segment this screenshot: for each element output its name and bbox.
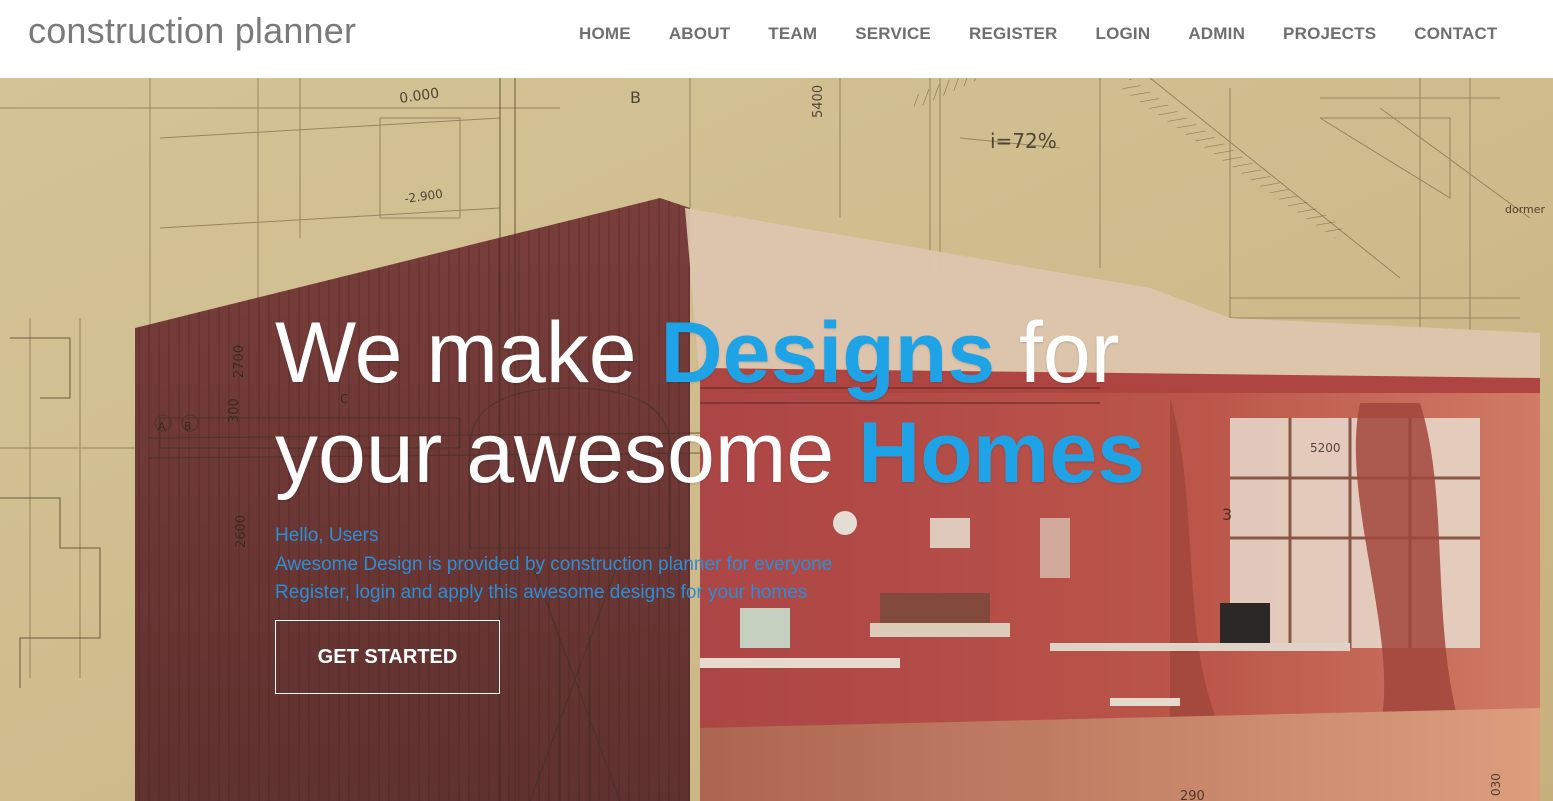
- svg-text:290: 290: [1180, 789, 1205, 801]
- svg-text:A: A: [158, 420, 166, 433]
- hero-title-part1: We make: [275, 305, 661, 401]
- svg-text:3: 3: [1222, 505, 1232, 524]
- hero-title-highlight-designs: Designs: [660, 305, 996, 401]
- hero-title-part2: for: [995, 305, 1120, 401]
- hero-section: 0.000 B i=72% 5400 dormer -2.900 2700 30…: [0, 78, 1553, 801]
- nav-contact[interactable]: CONTACT: [1395, 24, 1516, 44]
- main-nav: HOME ABOUT TEAM SERVICE REGISTER LOGIN A…: [560, 0, 1517, 68]
- svg-text:030: 030: [1489, 773, 1503, 796]
- hero-instruction: Register, login and apply this awesome d…: [275, 582, 808, 603]
- nav-register[interactable]: REGISTER: [950, 24, 1077, 44]
- svg-text:i=72%: i=72%: [990, 129, 1057, 153]
- nav-team[interactable]: TEAM: [749, 24, 836, 44]
- svg-text:2700: 2700: [232, 345, 247, 378]
- hero-title: We make Designs for your awesome Homes: [275, 303, 1275, 503]
- nav-service[interactable]: SERVICE: [836, 24, 950, 44]
- hero-description: Hello, Users Awesome Design is provided …: [275, 522, 832, 608]
- svg-text:5200: 5200: [1310, 441, 1341, 455]
- nav-about[interactable]: ABOUT: [650, 24, 749, 44]
- svg-text:B: B: [630, 88, 641, 107]
- svg-text:300: 300: [227, 398, 242, 423]
- hero-greeting: Hello, Users: [275, 525, 379, 546]
- get-started-button[interactable]: GET STARTED: [275, 620, 500, 694]
- brand-logo[interactable]: construction planner: [28, 10, 356, 52]
- svg-text:2600: 2600: [234, 515, 249, 548]
- svg-text:dormer: dormer: [1505, 203, 1546, 216]
- nav-projects[interactable]: PROJECTS: [1264, 24, 1395, 44]
- nav-login[interactable]: LOGIN: [1076, 24, 1169, 44]
- nav-home[interactable]: HOME: [560, 24, 650, 44]
- site-header: construction planner HOME ABOUT TEAM SER…: [0, 0, 1553, 78]
- hero-title-highlight-homes: Homes: [858, 405, 1145, 501]
- hero-tagline: Awesome Design is provided by constructi…: [275, 553, 833, 575]
- nav-admin[interactable]: ADMIN: [1169, 24, 1264, 44]
- svg-text:5400: 5400: [811, 85, 826, 118]
- svg-text:B: B: [184, 420, 192, 433]
- hero-title-part3: your awesome: [275, 405, 859, 501]
